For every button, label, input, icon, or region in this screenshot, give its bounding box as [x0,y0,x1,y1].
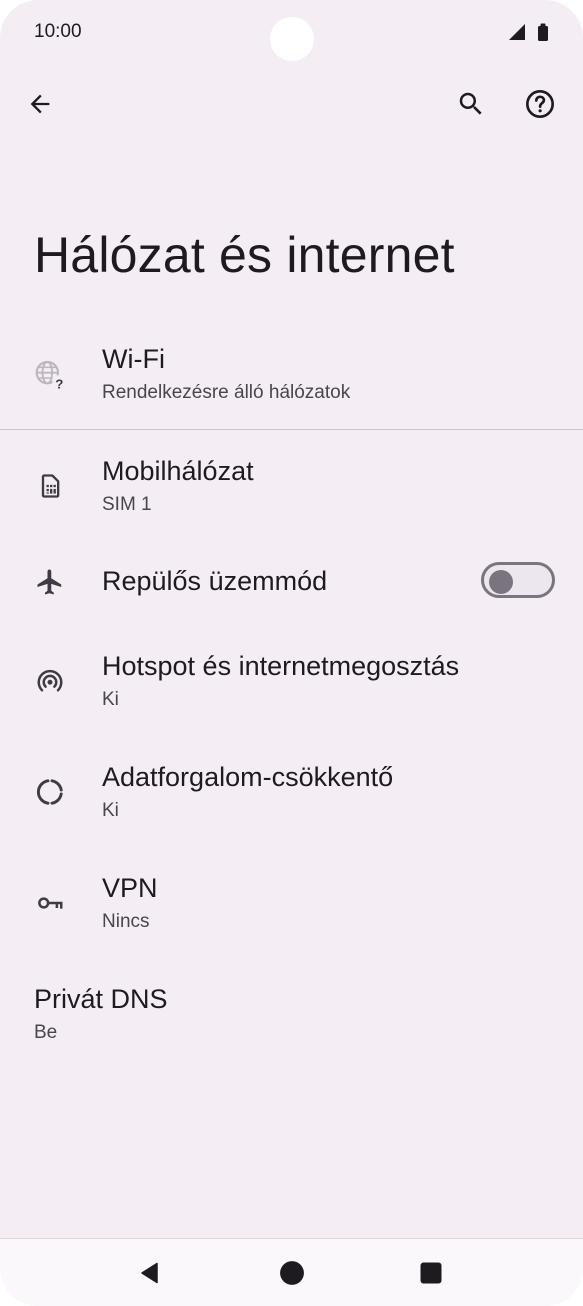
mobile-network-subtitle: SIM 1 [102,494,152,515]
airplane-mode-title: Repülős üzemmód [102,566,328,596]
key-icon [32,885,68,921]
nav-home-icon [280,1261,304,1285]
back-button[interactable] [16,80,64,128]
help-button[interactable] [516,80,564,128]
mobile-network-title: Mobilhálózat [102,456,254,486]
battery-icon [538,23,548,41]
vpn-subtitle: Nincs [102,911,150,932]
svg-text:?: ? [55,377,63,390]
nav-recents-icon [420,1262,442,1284]
help-icon [526,90,554,118]
wifi-setting[interactable]: ? Wi-Fi Rendelkezésre álló hálózatok [0,340,583,428]
wifi-unknown-icon: ? [32,356,68,392]
airplane-icon [32,564,68,600]
back-arrow-icon [30,94,50,114]
data-saver-setting[interactable]: Adatforgalom-csökkentő Ki [0,758,583,846]
navigation-bar [0,1238,583,1306]
wifi-title: Wi-Fi [102,344,165,374]
camera-cutout [270,17,314,61]
search-icon [459,92,482,115]
private-dns-subtitle: Be [34,1022,58,1043]
hotspot-icon [32,663,68,699]
wifi-subtitle: Rendelkezésre álló hálózatok [102,382,351,403]
hotspot-subtitle: Ki [102,689,119,710]
nav-back-button[interactable] [131,1253,171,1293]
app-bar [0,70,583,140]
airplane-mode-toggle[interactable] [481,562,555,598]
search-button[interactable] [447,80,495,128]
signal-icon [509,24,525,40]
sim-card-icon [32,468,68,504]
vpn-setting[interactable]: VPN Nincs [0,869,583,957]
private-dns-title: Privát DNS [34,984,168,1014]
data-saver-icon [32,774,68,810]
data-saver-subtitle: Ki [102,800,119,821]
hotspot-setting[interactable]: Hotspot és internetmegosztás Ki [0,647,583,735]
private-dns-setting[interactable]: Privát DNS Be [0,980,583,1068]
vpn-title: VPN [102,873,158,903]
mobile-network-setting[interactable]: Mobilhálózat SIM 1 [0,452,583,540]
divider [0,429,583,430]
data-saver-title: Adatforgalom-csökkentő [102,762,394,792]
status-icons [507,22,549,42]
page-title: Hálózat és internet [34,227,455,283]
hotspot-title: Hotspot és internetmegosztás [102,651,460,681]
status-bar: 10:00 [0,0,583,64]
toggle-knob [489,570,513,594]
phone-screen: 10:00 Hálózat és internet ? Wi-Fi Rendel… [0,0,583,1306]
nav-home-button[interactable] [272,1253,312,1293]
nav-recents-button[interactable] [411,1253,451,1293]
status-time: 10:00 [34,21,82,42]
nav-back-icon [141,1262,158,1284]
